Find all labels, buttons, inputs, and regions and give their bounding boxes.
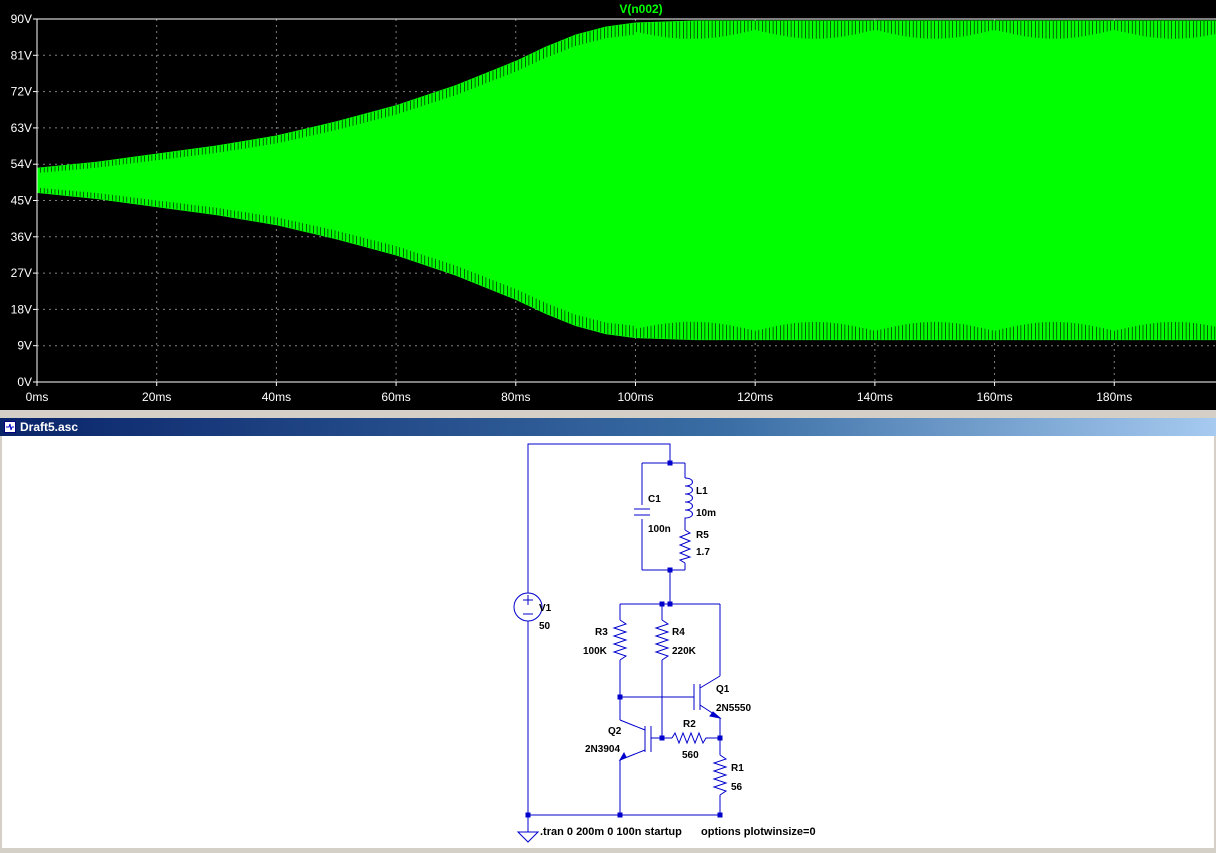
x-tick-label: 180ms bbox=[1096, 390, 1132, 404]
y-tick-label: 45V bbox=[11, 194, 32, 208]
capacitor-c1[interactable] bbox=[634, 508, 650, 516]
voltage-source-v1[interactable] bbox=[513, 592, 543, 622]
waveform-plot-pane[interactable]: 90V 81V 72V 63V 54V 45V 36V 27V 18V 9V 0V 0ms 20ms 4… bbox=[0, 0, 1216, 410]
ground-symbol bbox=[516, 831, 540, 843]
y-tick-label: 90V bbox=[11, 12, 32, 26]
y-tick-label: 27V bbox=[11, 266, 32, 280]
r4-label[interactable]: R4 bbox=[672, 627, 685, 638]
x-tick-label: 120ms bbox=[737, 390, 773, 404]
transistor-q2[interactable] bbox=[618, 726, 652, 762]
trace-envelope bbox=[36, 20, 1216, 341]
r3-label[interactable]: R3 bbox=[595, 627, 608, 638]
l1-label[interactable]: L1 bbox=[696, 486, 708, 497]
resistor-r1[interactable] bbox=[712, 754, 728, 796]
x-tick-label: 140ms bbox=[857, 390, 893, 404]
y-axis-ticks: 90V 81V 72V 63V 54V 45V 36V 27V 18V 9V 0V bbox=[11, 12, 37, 389]
resistor-r5[interactable] bbox=[678, 529, 692, 564]
schematic-drawing[interactable]: V1 50 C1 100n L1 10m R5 1.7 R3 100K R4 2… bbox=[2, 436, 1214, 848]
q2-value[interactable]: 2N3904 bbox=[585, 744, 620, 755]
l1-value[interactable]: 10m bbox=[696, 508, 716, 519]
schematic-window-titlebar[interactable]: Draft5.asc bbox=[0, 418, 1216, 436]
x-tick-label: 20ms bbox=[142, 390, 171, 404]
x-tick-label: 100ms bbox=[617, 390, 653, 404]
schematic-canvas[interactable]: V1 50 C1 100n L1 10m R5 1.7 R3 100K R4 2… bbox=[2, 436, 1214, 848]
schematic-file-icon bbox=[4, 421, 16, 433]
y-tick-label: 9V bbox=[17, 339, 32, 353]
x-tick-label: 40ms bbox=[262, 390, 291, 404]
y-tick-label: 18V bbox=[11, 302, 32, 316]
c1-value[interactable]: 100n bbox=[648, 524, 671, 535]
x-tick-label: 160ms bbox=[977, 390, 1013, 404]
y-tick-label: 36V bbox=[11, 230, 32, 244]
x-tick-label: 80ms bbox=[501, 390, 530, 404]
r5-label[interactable]: R5 bbox=[696, 530, 709, 541]
x-tick-label: 0ms bbox=[26, 390, 49, 404]
waveform-plot[interactable]: 90V 81V 72V 63V 54V 45V 36V 27V 18V 9V 0V 0ms 20ms 4… bbox=[0, 0, 1216, 410]
r4-value[interactable]: 220K bbox=[672, 646, 697, 657]
r2-value[interactable]: 560 bbox=[682, 750, 699, 761]
c1-label[interactable]: C1 bbox=[648, 494, 661, 505]
q1-value[interactable]: 2N5550 bbox=[716, 703, 751, 714]
resistor-r2[interactable] bbox=[671, 731, 709, 745]
r1-label[interactable]: R1 bbox=[731, 763, 744, 774]
inductor-l1[interactable] bbox=[684, 477, 693, 520]
y-tick-label: 72V bbox=[11, 85, 32, 99]
spice-directive-tran[interactable]: .tran 0 200m 0 100n startup bbox=[540, 826, 682, 838]
resistor-r3[interactable] bbox=[612, 619, 628, 661]
x-tick-label: 60ms bbox=[381, 390, 410, 404]
trace-title[interactable]: V(n002) bbox=[619, 2, 662, 16]
y-tick-label: 81V bbox=[11, 48, 32, 62]
schematic-window-title: Draft5.asc bbox=[20, 420, 79, 434]
spice-directive-options[interactable]: options plotwinsize=0 bbox=[701, 826, 816, 838]
r5-value[interactable]: 1.7 bbox=[696, 547, 710, 558]
q2-label[interactable]: Q2 bbox=[608, 726, 622, 737]
resistor-r4[interactable] bbox=[654, 619, 670, 661]
y-tick-label: 63V bbox=[11, 121, 32, 135]
y-tick-label: 54V bbox=[11, 157, 32, 171]
wires bbox=[527, 443, 721, 832]
r2-label[interactable]: R2 bbox=[683, 719, 696, 730]
v1-value[interactable]: 50 bbox=[539, 621, 551, 632]
x-axis-ticks: 0ms 20ms 40ms 60ms 80ms 100ms 120ms 140ms 160ms 1… bbox=[26, 382, 1132, 404]
trace-v-n002[interactable] bbox=[36, 20, 1216, 341]
r1-value[interactable]: 56 bbox=[731, 782, 743, 793]
v1-label[interactable]: V1 bbox=[539, 603, 552, 614]
r3-value[interactable]: 100K bbox=[583, 646, 608, 657]
q1-label[interactable]: Q1 bbox=[716, 684, 730, 695]
y-tick-label: 0V bbox=[17, 375, 32, 389]
